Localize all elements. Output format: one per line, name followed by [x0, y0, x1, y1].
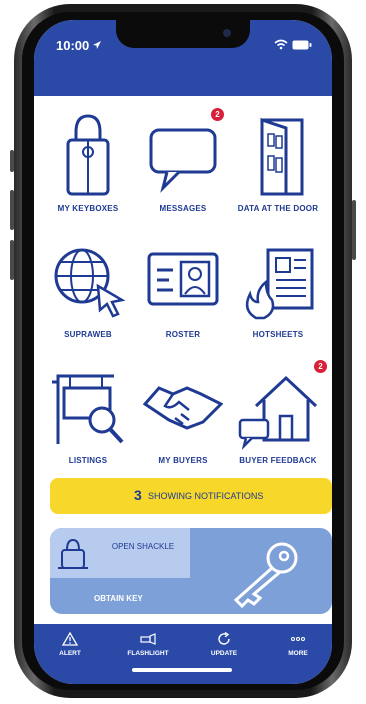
location-arrow-icon: [93, 41, 101, 49]
open-door-icon: [260, 117, 304, 196]
more-dots-icon: [291, 637, 305, 641]
app-screen: 10:00 MY KEYBOXES 2 MESSAGES DATA AT THE…: [34, 20, 332, 684]
tile-label: HOTSHEETS: [252, 330, 304, 339]
tab-more[interactable]: MORE: [268, 632, 328, 657]
tab-update[interactable]: UPDATE: [194, 632, 254, 657]
key-panel[interactable]: OPEN SHACKLE OBTAIN KEY: [50, 528, 332, 614]
notification-count: 3: [134, 487, 142, 503]
tile-label: BUYER FEEDBACK: [239, 456, 317, 465]
tab-label: UPDATE: [210, 650, 238, 657]
side-button: [10, 150, 14, 172]
tile-my-keyboxes[interactable]: MY KEYBOXES: [40, 100, 136, 230]
id-card-icon: [147, 252, 219, 306]
handshake-icon: [143, 386, 223, 430]
tile-supraweb[interactable]: SUPRAWEB: [40, 226, 136, 356]
tile-label: SUPRAWEB: [64, 330, 112, 339]
tile-label: LISTINGS: [68, 456, 108, 465]
tile-data-at-the-door[interactable]: DATA AT THE DOOR: [230, 100, 326, 230]
update-icon: [218, 632, 230, 645]
front-camera: [223, 29, 231, 37]
tab-label: FLASHLIGHT: [127, 650, 169, 657]
chat-bubble-icon: [149, 128, 217, 193]
tile-label: MESSAGES: [159, 204, 207, 213]
messages-badge: 2: [211, 108, 224, 121]
tile-listings[interactable]: LISTINGS: [40, 352, 136, 482]
showing-notifications-bar[interactable]: 3 SHOWING NOTIFICATIONS: [50, 478, 332, 514]
keybox-icon: [66, 114, 110, 196]
wifi-icon: [274, 39, 288, 50]
open-shackle-label: OPEN SHACKLE: [111, 542, 175, 551]
shackle-icon: [58, 538, 88, 569]
open-shackle-button[interactable]: OPEN SHACKLE: [50, 528, 190, 578]
tile-label: MY KEYBOXES: [57, 204, 119, 213]
sign-search-icon: [52, 374, 124, 444]
tab-label: MORE: [288, 650, 308, 657]
buyer-feedback-badge: 2: [314, 360, 327, 373]
tab-alert[interactable]: ALERT: [40, 632, 100, 657]
volume-down-button: [10, 240, 14, 280]
key-icon[interactable]: [226, 538, 306, 608]
power-button: [352, 200, 356, 260]
tile-buyer-feedback[interactable]: 2 BUYER FEEDBACK: [230, 352, 327, 482]
warning-icon: [62, 632, 78, 646]
battery-icon: [292, 40, 312, 50]
tile-label: DATA AT THE DOOR: [237, 204, 319, 213]
bottom-tab-bar: ALERT FLASHLIGHT UPDATE MORE: [34, 624, 332, 684]
tile-label: MY BUYERS: [158, 456, 208, 465]
globe-cursor-icon: [54, 248, 126, 318]
tab-label: ALERT: [59, 650, 81, 657]
hot-document-icon: [245, 248, 314, 320]
status-time: 10:00: [56, 38, 90, 53]
tile-label: ROSTER: [165, 330, 201, 339]
tile-hotsheets[interactable]: HOTSHEETS: [230, 226, 326, 356]
tile-roster[interactable]: ROSTER: [135, 226, 231, 356]
obtain-key-label[interactable]: OBTAIN KEY: [94, 594, 143, 603]
volume-up-button: [10, 190, 14, 230]
tile-messages[interactable]: 2 MESSAGES: [135, 100, 231, 230]
house-chat-icon: [238, 375, 318, 450]
flashlight-icon: [140, 633, 156, 645]
tile-my-buyers[interactable]: MY BUYERS: [135, 352, 231, 482]
tab-flashlight[interactable]: FLASHLIGHT: [118, 632, 178, 657]
notification-label: SHOWING NOTIFICATIONS: [148, 491, 264, 501]
home-indicator[interactable]: [132, 668, 232, 672]
